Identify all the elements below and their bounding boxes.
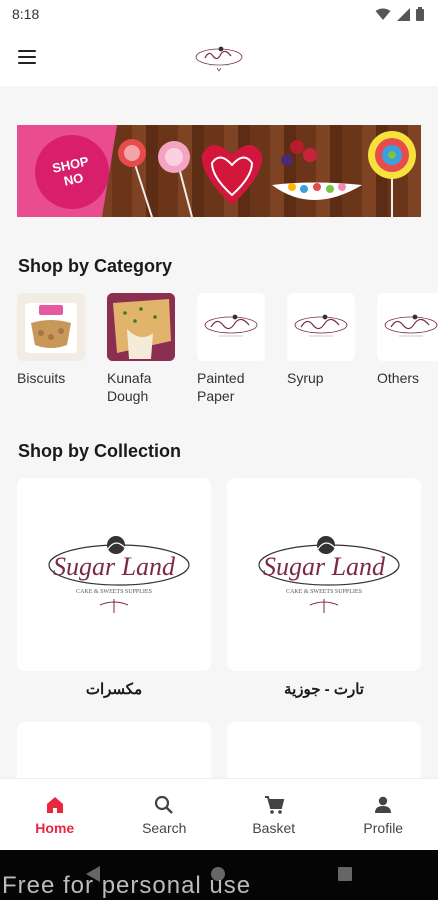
home-icon	[46, 796, 63, 813]
status-time: 8:18	[12, 6, 40, 22]
category-label: Others	[377, 370, 420, 386]
category-kunafa-dough[interactable]: Kunafa Dough	[107, 293, 175, 413]
signal-icon	[397, 7, 410, 21]
sugarland-logo-icon	[384, 314, 438, 337]
wifi-icon	[375, 8, 391, 20]
category-thumb-painted-paper	[197, 293, 265, 361]
nav-search[interactable]: Search	[119, 794, 209, 836]
nav-profile[interactable]: Profile	[338, 794, 428, 836]
biscuits-image	[25, 303, 77, 353]
banner-line2: NO	[62, 169, 85, 189]
collection-card-partial[interactable]	[227, 722, 421, 778]
category-label: Kunafa Dough	[107, 370, 152, 404]
nav-home[interactable]: Home	[10, 794, 100, 836]
category-label: Syrup	[287, 370, 324, 386]
category-thumb-others	[377, 293, 438, 361]
nav-search-label: Search	[142, 819, 187, 836]
category-thumb-syrup	[287, 293, 355, 361]
nav-basket-label: Basket	[252, 819, 296, 836]
category-thumb-kunafa	[107, 293, 175, 361]
nav-home-label: Home	[35, 819, 75, 836]
promo-banner[interactable]: SHOP NO	[17, 125, 421, 217]
app-bar	[0, 28, 438, 86]
nav-basket[interactable]: Basket	[229, 794, 319, 836]
collection-card-partial[interactable]	[17, 722, 211, 778]
home-content[interactable]: SHOP NO Shop by Category Biscuits Kunafa…	[0, 86, 438, 778]
sugarland-logo-icon: Sugar Land CAKE & SWEETS SUPPLIES	[48, 535, 190, 613]
candy-illustration	[118, 131, 416, 217]
category-label: Painted Paper	[197, 370, 245, 404]
collection-logo-script: Sugar Land	[53, 552, 176, 581]
sugarland-logo-icon	[204, 314, 258, 337]
search-icon	[155, 795, 174, 814]
category-label: Biscuits	[17, 370, 66, 386]
watermark-text: Free for personal use	[2, 872, 252, 899]
status-icons	[375, 7, 424, 21]
category-list[interactable]: Biscuits Kunafa Dough Painted Paper Syru…	[17, 293, 438, 413]
category-painted-paper[interactable]: Painted Paper	[197, 293, 265, 413]
bottom-navigation: Home Search Basket Profile	[0, 778, 438, 850]
sugarland-logo-icon	[294, 314, 348, 337]
category-others[interactable]: Others	[377, 293, 438, 413]
battery-icon	[416, 7, 424, 21]
nav-profile-label: Profile	[363, 819, 404, 836]
cart-icon	[264, 795, 285, 814]
sugarland-logo-icon[interactable]	[193, 40, 245, 74]
collection-logo-tag: CAKE & SWEETS SUPPLIES	[286, 589, 362, 595]
sugarland-logo-icon: Sugar Land CAKE & SWEETS SUPPLIES	[258, 535, 400, 613]
kunafa-image	[107, 293, 175, 361]
shop-by-collection-title: Shop by Collection	[18, 441, 182, 461]
category-biscuits[interactable]: Biscuits	[17, 293, 85, 413]
person-icon	[375, 796, 392, 813]
collection-logo-tag: CAKE & SWEETS SUPPLIES	[76, 589, 152, 595]
recents-icon[interactable]	[338, 867, 352, 881]
category-syrup[interactable]: Syrup	[287, 293, 355, 413]
collection-card-nuts[interactable]: Sugar Land CAKE & SWEETS SUPPLIES	[17, 478, 211, 671]
shop-by-category-title: Shop by Category	[18, 256, 173, 276]
collection-card-tart[interactable]: Sugar Land CAKE & SWEETS SUPPLIES	[227, 478, 421, 671]
status-bar: 8:18	[0, 0, 438, 28]
hamburger-menu-icon[interactable]	[14, 42, 44, 72]
collection-logo-script: Sugar Land	[263, 552, 386, 581]
category-thumb-biscuits	[17, 293, 85, 361]
collection-label: مكسرات	[85, 681, 143, 698]
collection-label: تارت - جوزية	[284, 681, 364, 698]
